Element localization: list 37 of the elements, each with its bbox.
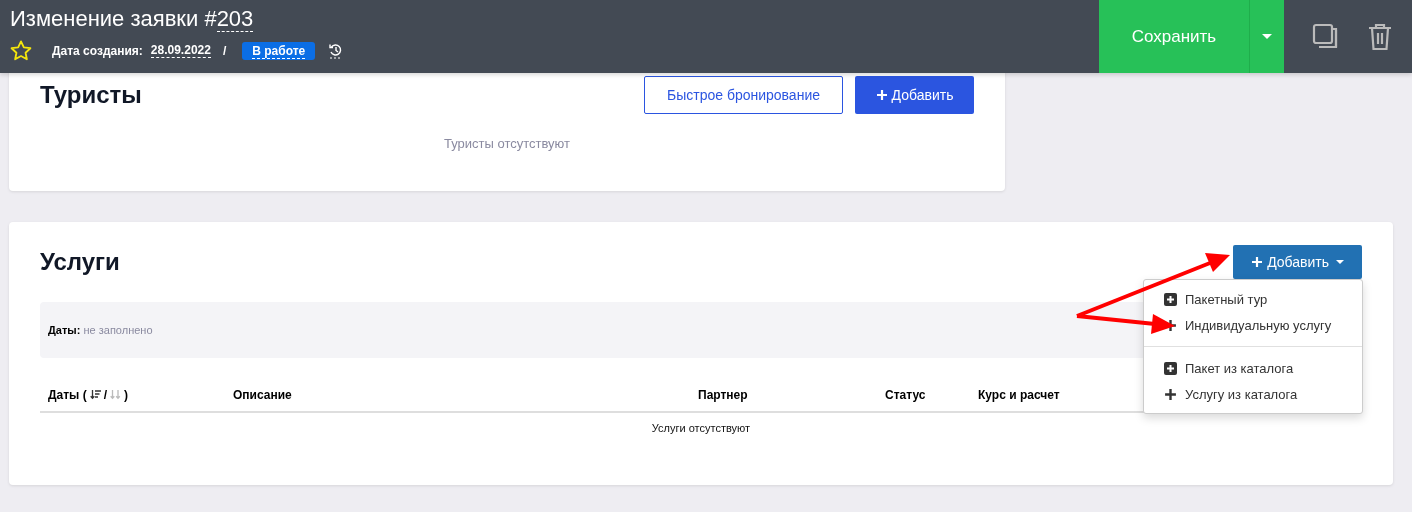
column-header: Даты ( bbox=[48, 387, 87, 402]
sort-icon[interactable] bbox=[89, 389, 101, 400]
star-icon[interactable] bbox=[10, 40, 32, 61]
menu-item[interactable]: Услугу из каталога bbox=[1144, 381, 1362, 407]
column-header: Статус bbox=[885, 387, 926, 402]
menu-item[interactable]: Индивидуальную услугу bbox=[1144, 312, 1362, 338]
column-header: Описание bbox=[233, 387, 292, 402]
status-badge[interactable]: В работе bbox=[242, 41, 316, 60]
page-title: Изменение заявки # bbox=[10, 6, 217, 32]
menu-item[interactable]: Пакет из каталога bbox=[1144, 355, 1362, 381]
created-date-link[interactable]: 28.09.2022 bbox=[150, 43, 211, 58]
add-service-button[interactable]: Добавить bbox=[1233, 245, 1362, 279]
column-header: Партнер bbox=[698, 387, 748, 402]
plus-icon bbox=[1164, 387, 1177, 401]
history-icon[interactable] bbox=[329, 42, 344, 59]
plus-square-icon bbox=[1164, 361, 1177, 375]
plus-icon bbox=[875, 89, 888, 101]
caret-icon bbox=[1262, 33, 1272, 40]
column-header: ) bbox=[124, 387, 129, 402]
order-number-link[interactable]: 203 bbox=[216, 7, 254, 32]
caret-icon bbox=[1336, 259, 1344, 265]
dates-filter[interactable]: Даты: не заполнено bbox=[48, 324, 153, 336]
quick-booking-button[interactable]: Быстрое бронирование bbox=[643, 76, 843, 114]
empty-message: Услуги отсутствуют bbox=[650, 422, 752, 434]
column-header: Курс и расчет bbox=[978, 387, 1060, 402]
separator: / bbox=[222, 43, 227, 58]
section-title: Туристы bbox=[40, 81, 142, 109]
menu-item[interactable]: Пакетный тур bbox=[1144, 286, 1362, 312]
plus-icon bbox=[1251, 256, 1264, 268]
trash-icon bbox=[1368, 22, 1392, 51]
add-tourist-button[interactable]: Добавить bbox=[855, 76, 974, 114]
copy-icon bbox=[1312, 22, 1340, 51]
plus-square-icon bbox=[1164, 292, 1177, 306]
section-title: Услуги bbox=[40, 248, 120, 276]
created-label: Дата создания: bbox=[52, 43, 143, 58]
sort-separator: / bbox=[103, 387, 108, 402]
empty-message: Туристы отсутствуют bbox=[443, 136, 571, 151]
